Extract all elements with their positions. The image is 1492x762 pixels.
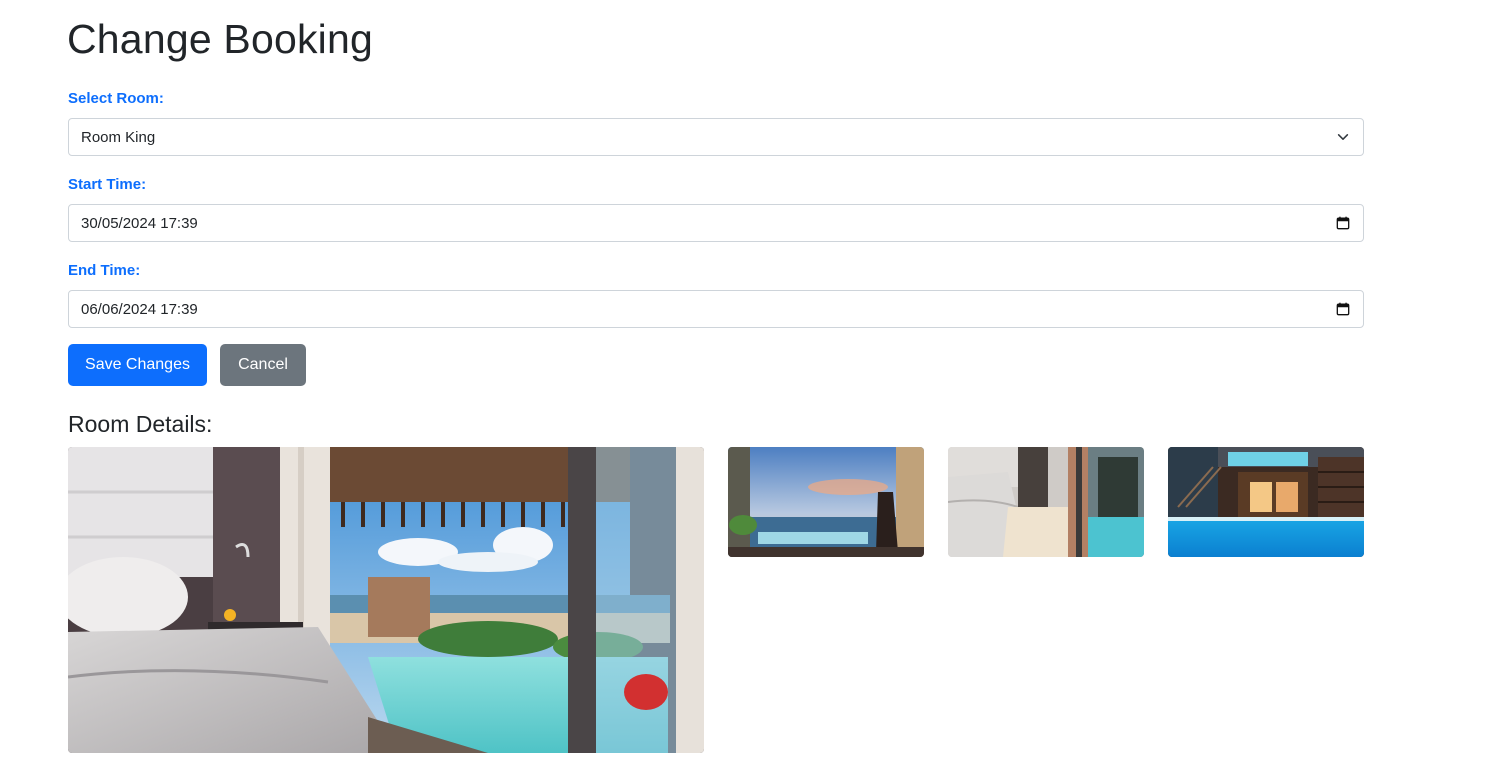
end-time-value: 06/06/2024 17:39 <box>81 300 198 318</box>
room-select[interactable]: Room King <box>68 118 1364 156</box>
cancel-button[interactable]: Cancel <box>220 344 306 386</box>
bedroom-pool-photo[interactable] <box>948 447 1144 557</box>
end-time-label: End Time: <box>68 262 141 279</box>
chevron-down-icon <box>1335 129 1351 145</box>
night-pool-photo[interactable] <box>1168 447 1364 557</box>
start-time-value: 30/05/2024 17:39 <box>81 214 198 232</box>
start-time-input[interactable]: 30/05/2024 17:39 <box>68 204 1364 242</box>
end-time-input[interactable]: 06/06/2024 17:39 <box>68 290 1364 328</box>
change-booking-page: Change Booking Select Room: Room King St… <box>0 0 1492 762</box>
room-details-heading: Room Details: <box>68 411 213 437</box>
main-room-photo[interactable] <box>68 447 704 753</box>
room-select-label: Select Room: <box>68 90 164 107</box>
calendar-icon[interactable] <box>1335 301 1351 317</box>
page-title: Change Booking <box>67 16 373 62</box>
save-changes-button[interactable]: Save Changes <box>68 344 207 386</box>
start-time-label: Start Time: <box>68 176 147 193</box>
sea-view-photo[interactable] <box>728 447 924 557</box>
calendar-icon[interactable] <box>1335 215 1351 231</box>
room-select-value: Room King <box>81 128 156 146</box>
